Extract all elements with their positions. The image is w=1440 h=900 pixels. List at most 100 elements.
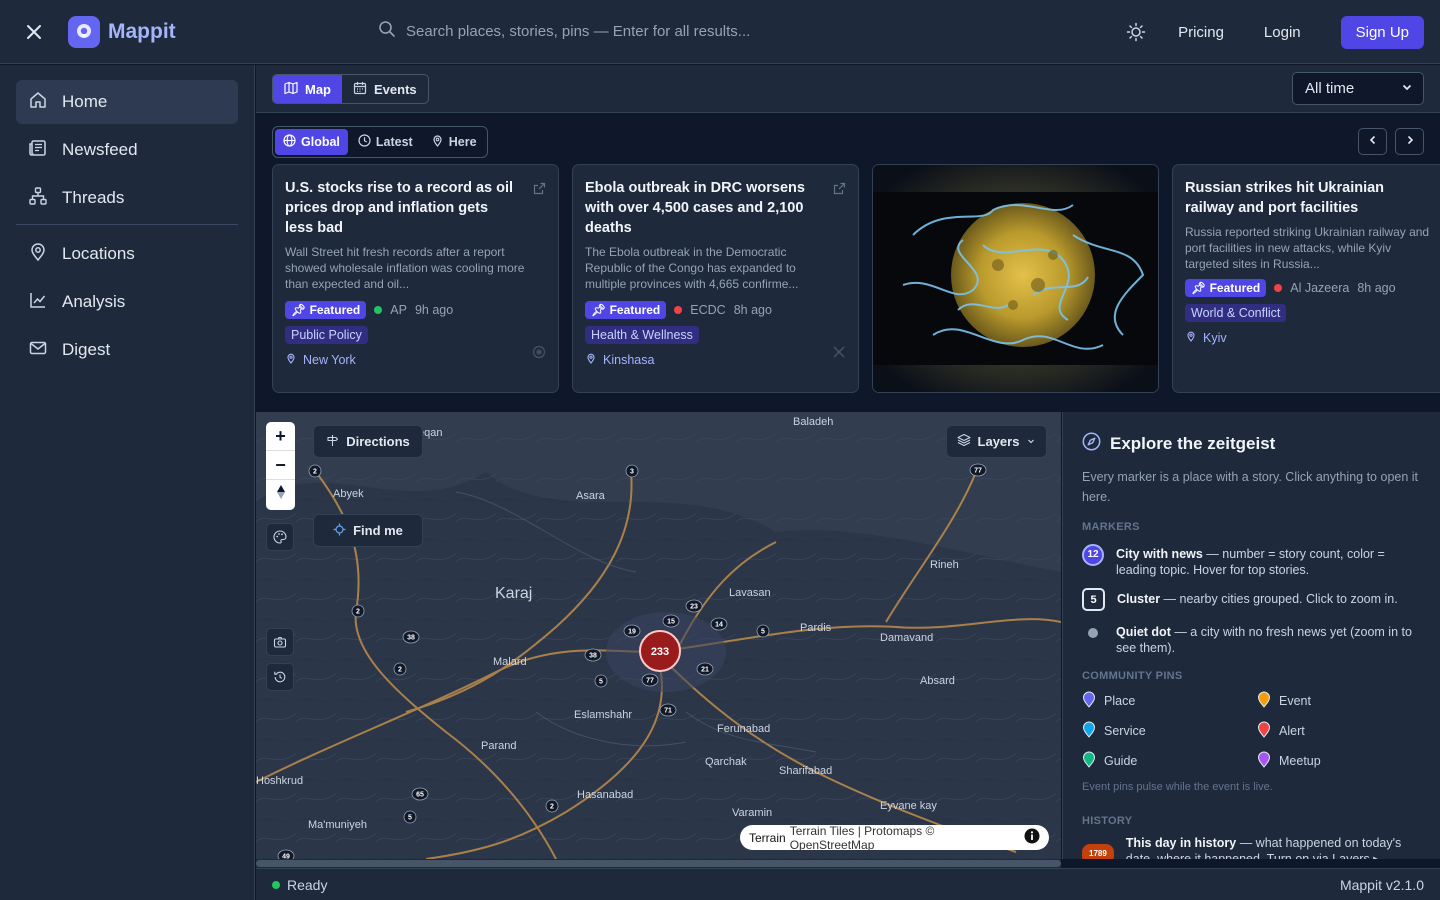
place-label: Asara <box>576 490 606 502</box>
find-me-button[interactable]: Find me <box>313 514 423 547</box>
layers-button[interactable]: Layers <box>946 425 1047 458</box>
road-shield: 2 <box>308 464 322 478</box>
image-card[interactable] <box>872 164 1159 393</box>
tab-events-label: Events <box>374 81 417 97</box>
view-tabs: Map Events <box>272 74 429 104</box>
external-link-icon[interactable] <box>533 182 546 200</box>
location-pin-icon <box>1185 330 1197 345</box>
place-label: Damavand <box>880 632 933 644</box>
sidebar-item-digest[interactable]: Digest <box>16 328 238 372</box>
svg-text:21: 21 <box>701 667 709 674</box>
road-shield: 5 <box>756 624 770 638</box>
tab-latest[interactable]: Latest <box>350 129 421 155</box>
place-label: Qarchak <box>705 756 747 768</box>
topic-tag[interactable]: World & Conflict <box>1185 304 1287 322</box>
news-cluster-marker[interactable]: 233 <box>639 630 681 672</box>
markers-heading: MARKERS <box>1082 521 1140 533</box>
theme-toggle-sun-icon[interactable] <box>1118 14 1154 50</box>
clock-icon <box>358 134 371 150</box>
compass-icon <box>1082 432 1101 456</box>
signpost-icon <box>326 434 339 450</box>
road-shield: 19 <box>623 624 641 638</box>
source-status-dot <box>1274 284 1283 292</box>
featured-badge: 📌︎ Featured <box>585 301 667 319</box>
legend-cluster-marker: 5 Cluster — nearby cities grouped. Click… <box>1082 588 1421 611</box>
place-label: Absard <box>920 675 955 687</box>
chevron-down-icon <box>1401 80 1413 97</box>
camera-icon[interactable] <box>266 628 294 656</box>
road-shield: 2 <box>351 604 365 618</box>
tab-global[interactable]: Global <box>275 129 348 155</box>
globe-icon <box>283 134 296 150</box>
place-label: Pardis <box>800 622 832 634</box>
zoom-controls: + − <box>266 422 295 510</box>
card-location[interactable]: New York <box>303 353 356 367</box>
location-pin-icon <box>285 352 297 367</box>
tab-map-label: Map <box>305 81 331 97</box>
directions-button[interactable]: Directions <box>313 425 423 458</box>
svg-text:2: 2 <box>313 469 317 476</box>
legend-history: 1789 This day in history — what happened… <box>1082 835 1421 859</box>
search-bar[interactable]: Search places, stories, pins — Enter for… <box>378 20 750 42</box>
external-link-icon[interactable] <box>833 182 846 200</box>
news-card[interactable]: U.S. stocks rise to a record as oil pric… <box>272 164 559 393</box>
sidebar-item-label: Locations <box>62 244 135 263</box>
tab-map[interactable]: Map <box>273 75 342 103</box>
zoom-out-button[interactable]: − <box>266 451 295 480</box>
close-icon[interactable] <box>20 18 48 46</box>
road-shield: 49 <box>277 849 295 859</box>
pin-meetup: Meetup <box>1257 751 1417 771</box>
pin-label: Alert <box>1279 724 1305 738</box>
zoom-in-button[interactable]: + <box>266 422 295 451</box>
chevron-left-icon <box>1367 133 1379 151</box>
palette-icon[interactable] <box>266 523 294 551</box>
history-icon[interactable] <box>266 663 294 691</box>
sidebar-item-threads[interactable]: Threads <box>16 176 238 220</box>
news-card[interactable]: Ebola outbreak in DRC worsens with over … <box>572 164 859 393</box>
map-canvas[interactable]: Baladeh Taleqan Abyek Asara Karaj Lavasa… <box>256 412 1061 859</box>
road-shield: 2 <box>393 662 407 676</box>
brand[interactable]: Mappit <box>68 16 176 48</box>
pin-label: Meetup <box>1279 754 1321 768</box>
crosshair-icon <box>333 523 346 539</box>
info-icon[interactable] <box>1024 828 1040 847</box>
pin-event: Event <box>1257 691 1417 711</box>
home-icon <box>28 90 48 115</box>
topic-tag[interactable]: Public Policy <box>285 326 368 344</box>
attribution-text[interactable]: Terrain Tiles | Protomaps © OpenStreetMa… <box>790 824 1020 852</box>
login-link[interactable]: Login <box>1264 24 1301 41</box>
place-label: Hasanabad <box>577 789 633 801</box>
sidebar-item-locations[interactable]: Locations <box>16 232 238 276</box>
pin-service: Service <box>1082 721 1257 741</box>
location-pin-icon <box>28 242 48 267</box>
horizontal-scrollbar[interactable] <box>256 859 1061 868</box>
sidebar-item-home[interactable]: Home <box>16 80 238 124</box>
sidebar-item-newsfeed[interactable]: Newsfeed <box>16 128 238 172</box>
panel-title: Explore the zeitgeist <box>1110 434 1276 453</box>
tab-here[interactable]: Here <box>423 129 485 155</box>
sign-up-button[interactable]: Sign Up <box>1340 15 1424 49</box>
time-range-select[interactable]: All time <box>1292 72 1424 105</box>
source-status-dot <box>374 306 383 314</box>
carousel-next-button[interactable] <box>1395 128 1424 155</box>
sidebar-item-analysis[interactable]: Analysis <box>16 280 238 324</box>
status-dot <box>272 880 280 889</box>
pricing-link[interactable]: Pricing <box>1178 24 1224 41</box>
place-label: Baladeh <box>793 416 833 428</box>
x-logo-icon <box>832 345 846 364</box>
tab-events[interactable]: Events <box>342 75 428 103</box>
card-location[interactable]: Kinshasa <box>603 353 654 367</box>
news-card[interactable]: Russian strikes hit Ukrainian railway an… <box>1172 164 1440 393</box>
map-icon <box>284 81 298 98</box>
svg-text:38: 38 <box>589 653 597 660</box>
topic-tag[interactable]: Health & Wellness <box>585 326 699 344</box>
source-status-dot <box>674 306 683 314</box>
map-attribution: Terrain Terrain Tiles | Protomaps © Open… <box>740 824 1049 852</box>
svg-text:65: 65 <box>416 792 424 799</box>
sidebar-item-label: Digest <box>62 340 111 359</box>
search-input[interactable]: Search places, stories, pins — Enter for… <box>406 23 750 40</box>
card-location[interactable]: Kyiv <box>1203 331 1227 345</box>
compass-reset-button[interactable] <box>266 480 295 509</box>
carousel-prev-button[interactable] <box>1358 128 1387 155</box>
scrollbar-thumb[interactable] <box>256 860 1061 867</box>
